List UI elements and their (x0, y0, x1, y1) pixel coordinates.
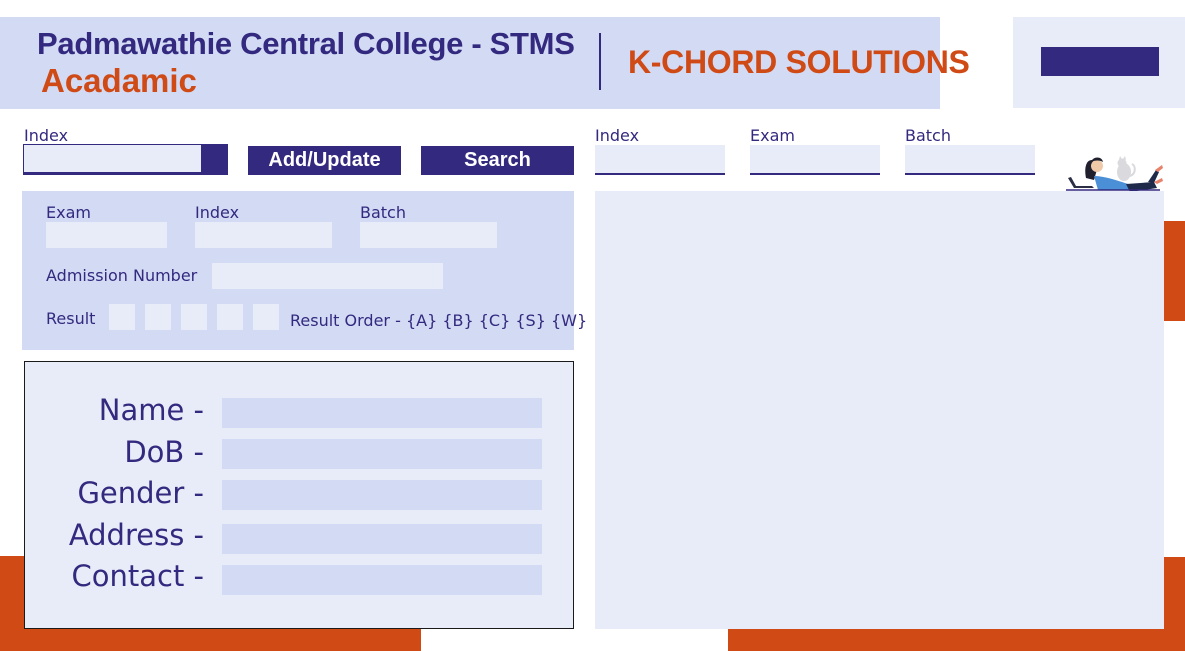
admission-number-label: Admission Number (46, 266, 198, 285)
company-name: K-CHORD SOLUTIONS (628, 44, 970, 80)
result-box-4[interactable] (217, 304, 243, 330)
header-divider (599, 33, 601, 90)
admission-number-field[interactable] (212, 263, 443, 289)
filter-exam-field[interactable] (750, 145, 880, 175)
gender-label: Gender - (77, 476, 204, 510)
result-label: Result (46, 309, 96, 328)
name-field[interactable] (222, 398, 542, 428)
filter-index-field[interactable] (595, 145, 725, 175)
index-label: Index (24, 126, 69, 145)
result-order-hint: Result Order - {A} {B} {C} {S} {W} (290, 311, 588, 330)
exam-label: Exam (46, 203, 91, 222)
entry-index-label: Index (195, 203, 240, 222)
result-box-1[interactable] (109, 304, 135, 330)
results-display-area (595, 191, 1164, 629)
person-with-laptop-illustration-icon (1066, 156, 1163, 192)
address-label: Address - (68, 518, 204, 552)
batch-label: Batch (360, 203, 406, 222)
filter-batch-field[interactable] (905, 145, 1035, 175)
contact-label: Contact - (71, 559, 204, 593)
top-right-button[interactable] (1041, 47, 1159, 76)
search-button[interactable]: Search (421, 146, 574, 175)
filter-batch-label: Batch (905, 126, 951, 145)
address-field[interactable] (222, 524, 542, 554)
contact-field[interactable] (222, 565, 542, 595)
filter-exam-label: Exam (750, 126, 795, 145)
add-update-button[interactable]: Add/Update (248, 146, 401, 175)
dob-label: DoB - (124, 435, 204, 469)
name-label: Name - (98, 393, 204, 427)
dob-field[interactable] (222, 439, 542, 469)
index-search-input[interactable] (23, 144, 228, 175)
batch-field[interactable] (360, 222, 497, 248)
gender-field[interactable] (222, 480, 542, 510)
exam-field[interactable] (46, 222, 167, 248)
result-box-5[interactable] (253, 304, 279, 330)
app-title: Padmawathie Central College - STMS (37, 26, 575, 61)
entry-index-field[interactable] (195, 222, 332, 248)
app-subtitle: Acadamic (41, 62, 197, 99)
filter-index-label: Index (595, 126, 640, 145)
index-input-button[interactable] (201, 145, 227, 172)
result-box-3[interactable] (181, 304, 207, 330)
result-box-2[interactable] (145, 304, 171, 330)
